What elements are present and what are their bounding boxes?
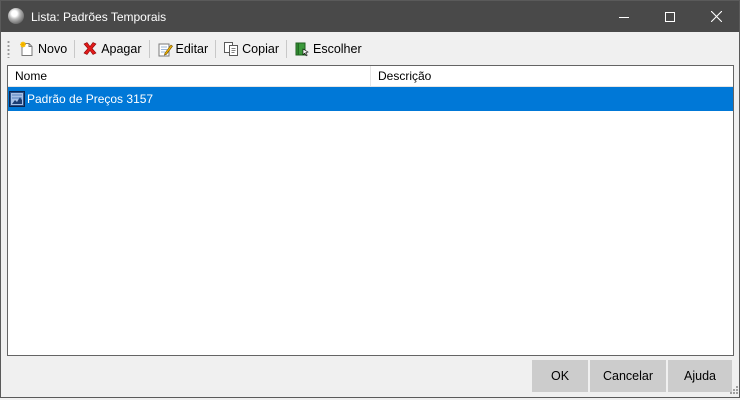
toolbar: Novo Apagar Editar Copiar Escolher [7, 37, 735, 61]
maximize-icon [665, 11, 675, 22]
time-pattern-icon [9, 91, 25, 107]
apagar-label: Apagar [101, 42, 142, 56]
copiar-button[interactable]: Copiar [220, 38, 282, 60]
editar-button[interactable]: Editar [154, 38, 212, 60]
column-header-nome[interactable]: Nome [8, 66, 371, 86]
title-bar[interactable]: Lista: Padrões Temporais [1, 1, 739, 32]
delete-x-icon [82, 41, 98, 57]
list-view[interactable]: Nome Descrição Padrão de Preços 3157 [7, 65, 734, 356]
resize-grip-icon[interactable] [727, 385, 739, 397]
toolbar-separator [215, 40, 217, 58]
row-name-cell: Padrão de Preços 3157 [27, 92, 154, 106]
cancelar-button[interactable]: Cancelar [590, 360, 666, 392]
copiar-label: Copiar [242, 42, 279, 56]
ajuda-button[interactable]: Ajuda [668, 360, 732, 392]
maximize-button[interactable] [647, 1, 693, 32]
dialog-window: Lista: Padrões Temporais Novo Apagar Edi… [0, 0, 740, 398]
toolbar-separator [148, 40, 150, 58]
window-title: Lista: Padrões Temporais [31, 10, 167, 24]
minimize-button[interactable] [601, 1, 647, 32]
list-header: Nome Descrição [8, 66, 733, 87]
minimize-icon [619, 12, 629, 22]
editar-label: Editar [175, 42, 209, 56]
edit-pencil-icon [157, 41, 173, 57]
close-button[interactable] [693, 1, 739, 32]
choose-book-icon [294, 41, 310, 57]
new-document-icon [19, 41, 35, 57]
apagar-button[interactable]: Apagar [79, 38, 144, 60]
novo-label: Novo [38, 42, 68, 56]
toolbar-separator [285, 40, 287, 58]
close-icon [710, 11, 722, 22]
copy-icon [223, 41, 239, 57]
list-row[interactable]: Padrão de Preços 3157 [8, 87, 733, 111]
toolbar-separator [74, 40, 76, 58]
novo-button[interactable]: Novo [16, 38, 70, 60]
escolher-label: Escolher [312, 42, 362, 56]
toolbar-grip[interactable] [7, 40, 10, 58]
escolher-button[interactable]: Escolher [291, 38, 365, 60]
ok-button[interactable]: OK [532, 360, 588, 392]
column-header-descricao[interactable]: Descrição [371, 66, 733, 86]
app-icon [8, 8, 24, 24]
